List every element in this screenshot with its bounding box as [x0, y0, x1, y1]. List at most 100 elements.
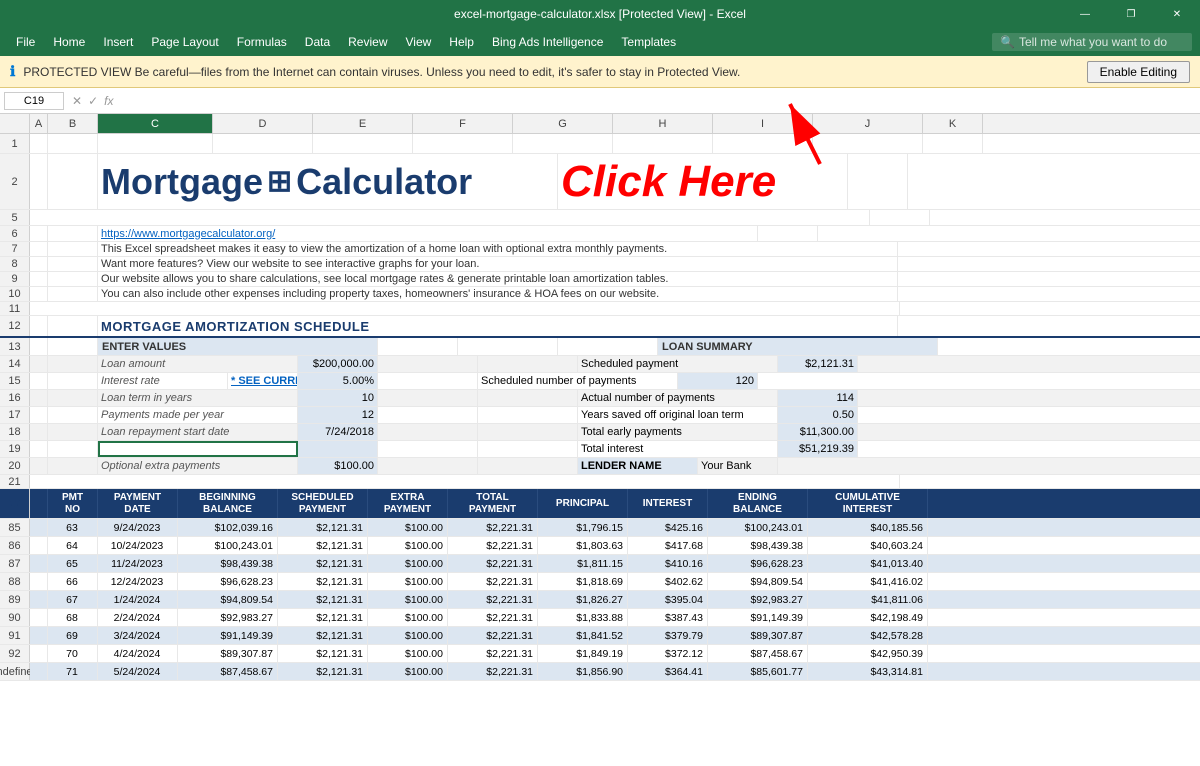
cell-e16[interactable] [378, 390, 478, 406]
cell-a17[interactable] [30, 407, 48, 423]
cell-b19[interactable] [48, 441, 98, 457]
cell-schpmt-89[interactable]: $2,121.31 [278, 591, 368, 608]
cell-date-88[interactable]: 12/24/2023 [98, 573, 178, 590]
menu-help[interactable]: Help [441, 31, 482, 53]
cell-b6[interactable] [48, 226, 98, 241]
cell-interest-89[interactable]: $395.04 [628, 591, 708, 608]
cell-j1[interactable] [813, 134, 923, 153]
cell-endbal-92[interactable]: $87,458.67 [708, 645, 808, 662]
cell-cumint-87[interactable]: $41,013.40 [808, 555, 928, 572]
cell-f17[interactable] [478, 407, 578, 423]
cell-extrapmt-91[interactable]: $100.00 [368, 627, 448, 644]
cell-totalpmt-90[interactable]: $2,221.31 [448, 609, 538, 626]
val-start-date[interactable]: 7/24/2018 [298, 424, 378, 440]
col-header-d[interactable]: D [213, 114, 313, 133]
cell-a8[interactable] [30, 257, 48, 271]
cell-date-89[interactable]: 1/24/2024 [98, 591, 178, 608]
cell-interest-85[interactable]: $425.16 [628, 519, 708, 536]
col-header-j[interactable]: J [813, 114, 923, 133]
cell-f16[interactable] [478, 390, 578, 406]
cell-date-91[interactable]: 3/24/2024 [98, 627, 178, 644]
cell-e19[interactable] [378, 441, 478, 457]
cell-schpmt-91[interactable]: $2,121.31 [278, 627, 368, 644]
cell-schpmt-90[interactable]: $2,121.31 [278, 609, 368, 626]
menu-page-layout[interactable]: Page Layout [143, 31, 226, 53]
cell-b16[interactable] [48, 390, 98, 406]
cell-interest-88[interactable]: $402.62 [628, 573, 708, 590]
cell-interest-86[interactable]: $417.68 [628, 537, 708, 554]
cell-aundefined[interactable] [30, 663, 48, 680]
cell-a90[interactable] [30, 609, 48, 626]
cell-principal-88[interactable]: $1,818.69 [538, 573, 628, 590]
cell-pmt-90[interactable]: 68 [48, 609, 98, 626]
cell-cumint-90[interactable]: $42,198.49 [808, 609, 928, 626]
val-loan-amount[interactable]: $200,000.00 [298, 356, 378, 372]
val-lender-name[interactable]: Your Bank [698, 458, 778, 474]
cell-b7[interactable] [48, 242, 98, 256]
cell-schpmt-85[interactable]: $2,121.31 [278, 519, 368, 536]
cell-beginbal-85[interactable]: $102,039.16 [178, 519, 278, 536]
cell-row5[interactable] [30, 210, 870, 225]
cell-pmt-85[interactable]: 63 [48, 519, 98, 536]
col-header-b[interactable]: B [48, 114, 98, 133]
cell-b17[interactable] [48, 407, 98, 423]
cell-a16[interactable] [30, 390, 48, 406]
cell-g1[interactable] [513, 134, 613, 153]
cell-e17[interactable] [378, 407, 478, 423]
cell-totalpmt-85[interactable]: $2,221.31 [448, 519, 538, 536]
cell-a86[interactable] [30, 537, 48, 554]
cell-interest-87[interactable]: $410.16 [628, 555, 708, 572]
cell-a89[interactable] [30, 591, 48, 608]
cell-b8[interactable] [48, 257, 98, 271]
cell-a14[interactable] [30, 356, 48, 372]
cell-a85[interactable] [30, 519, 48, 536]
cell-beginbal-86[interactable]: $100,243.01 [178, 537, 278, 554]
cell-f1[interactable] [413, 134, 513, 153]
cell-cumint-86[interactable]: $40,603.24 [808, 537, 928, 554]
val-years-saved[interactable]: 0.50 [778, 407, 858, 423]
cell-totalpmt-92[interactable]: $2,221.31 [448, 645, 538, 662]
cell-k1[interactable] [923, 134, 983, 153]
cell-a18[interactable] [30, 424, 48, 440]
cell-date-85[interactable]: 9/24/2023 [98, 519, 178, 536]
cell-a15[interactable] [30, 373, 48, 389]
col-header-h[interactable]: H [613, 114, 713, 133]
cell-principal-91[interactable]: $1,841.52 [538, 627, 628, 644]
cell-extrapmt-90[interactable]: $100.00 [368, 609, 448, 626]
cell-b1[interactable] [48, 134, 98, 153]
col-header-c[interactable]: C [98, 114, 213, 133]
cell-cumint-89[interactable]: $41,811.06 [808, 591, 928, 608]
menu-templates[interactable]: Templates [613, 31, 684, 53]
cell-date-92[interactable]: 4/24/2024 [98, 645, 178, 662]
col-header-g[interactable]: G [513, 114, 613, 133]
cell-pmt-86[interactable]: 64 [48, 537, 98, 554]
cell-a13[interactable] [30, 338, 48, 355]
cell-totalpmt-89[interactable]: $2,221.31 [448, 591, 538, 608]
cell-date-87[interactable]: 11/24/2023 [98, 555, 178, 572]
cell-d1[interactable] [213, 134, 313, 153]
formula-input[interactable] [121, 92, 1196, 110]
cell-date-undefined[interactable]: 5/24/2024 [98, 663, 178, 680]
cell-pmt-91[interactable]: 69 [48, 627, 98, 644]
cell-reference[interactable] [4, 92, 64, 110]
cell-cumint-91[interactable]: $42,578.28 [808, 627, 928, 644]
cell-i1[interactable] [713, 134, 813, 153]
cell-beginbal-88[interactable]: $96,628.23 [178, 573, 278, 590]
cell-principal-86[interactable]: $1,803.63 [538, 537, 628, 554]
cell-a6[interactable] [30, 226, 48, 241]
cell-extrapmt-88[interactable]: $100.00 [368, 573, 448, 590]
menu-home[interactable]: Home [45, 31, 93, 53]
cell-a19[interactable] [30, 441, 48, 457]
menu-data[interactable]: Data [297, 31, 338, 53]
cell-totalpmt-91[interactable]: $2,221.31 [448, 627, 538, 644]
cell-totalpmt-86[interactable]: $2,221.31 [448, 537, 538, 554]
cell-extrapmt-85[interactable]: $100.00 [368, 519, 448, 536]
search-input[interactable] [1019, 35, 1169, 49]
see-current-cell[interactable]: * SEE CURRENT * [228, 373, 298, 389]
cell-b20[interactable] [48, 458, 98, 474]
cell-a92[interactable] [30, 645, 48, 662]
cell-endbal-86[interactable]: $98,439.38 [708, 537, 808, 554]
cell-endbal-87[interactable]: $96,628.23 [708, 555, 808, 572]
cell-date-90[interactable]: 2/24/2024 [98, 609, 178, 626]
cell-principal-90[interactable]: $1,833.88 [538, 609, 628, 626]
